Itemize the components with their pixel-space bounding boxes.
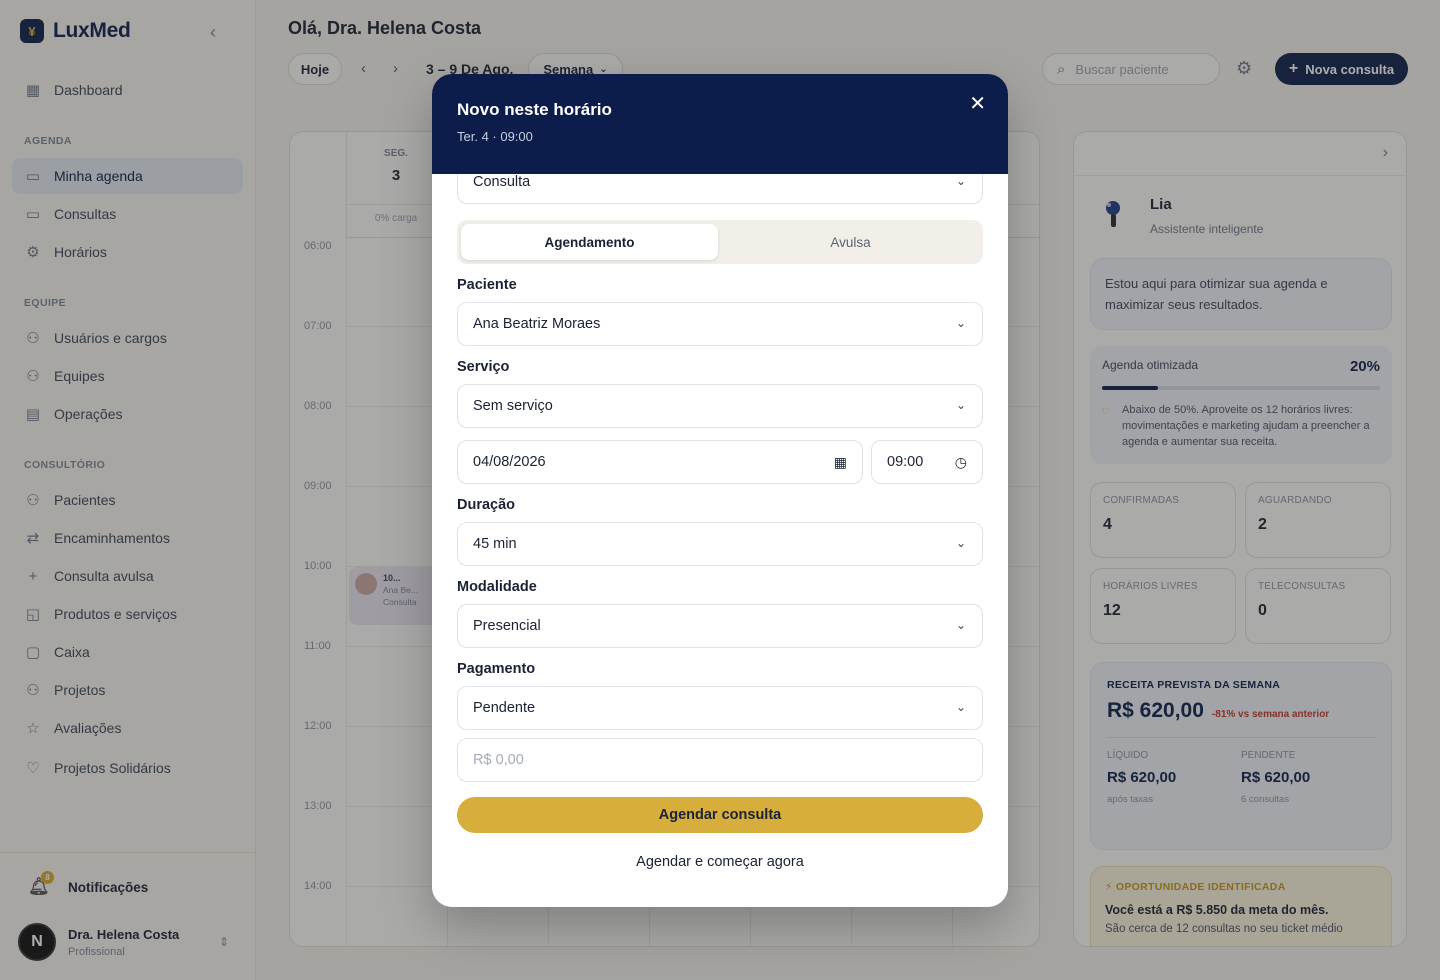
modal-header: Novo neste horário Ter. 4 · 09:00 ✕ xyxy=(432,74,1008,174)
modal-title: Novo neste horário xyxy=(457,100,612,119)
tab-agendamento[interactable]: Agendamento xyxy=(461,224,718,260)
payment-select[interactable]: Pendente ⌄ xyxy=(457,686,983,730)
service-label: Serviço xyxy=(457,359,510,375)
schedule-appointment-button[interactable]: Agendar consulta xyxy=(457,797,983,833)
modality-value: Presencial xyxy=(473,618,541,634)
payment-value: Pendente xyxy=(473,700,536,716)
service-value: Sem serviço xyxy=(473,398,553,414)
time-field[interactable]: 09:00 ◷ xyxy=(871,440,983,484)
appointment-type-value: Consulta xyxy=(473,174,531,190)
modality-select[interactable]: Presencial ⌄ xyxy=(457,604,983,648)
calendar-icon[interactable]: ▦ xyxy=(834,454,847,471)
new-appointment-modal: Consulta ⌄ Novo neste horário Ter. 4 · 0… xyxy=(432,74,1008,907)
duration-label: Duração xyxy=(457,497,516,513)
close-icon[interactable]: ✕ xyxy=(969,94,986,114)
modal-subtitle: Ter. 4 · 09:00 xyxy=(457,129,533,144)
patient-select[interactable]: Ana Beatriz Moraes ⌄ xyxy=(457,302,983,346)
chevron-down-icon: ⌄ xyxy=(955,316,966,330)
service-select[interactable]: Sem serviço ⌄ xyxy=(457,384,983,428)
amount-placeholder: R$ 0,00 xyxy=(473,752,524,768)
chevron-down-icon: ⌄ xyxy=(955,174,966,188)
tab-avulsa[interactable]: Avulsa xyxy=(722,224,979,260)
clock-icon[interactable]: ◷ xyxy=(955,454,967,471)
patient-label: Paciente xyxy=(457,277,517,293)
schedule-and-start-button[interactable]: Agendar e começar agora xyxy=(457,854,983,870)
booking-type-toggle: Agendamento Avulsa xyxy=(457,220,983,264)
time-value: 09:00 xyxy=(887,454,924,470)
amount-input[interactable]: R$ 0,00 xyxy=(457,738,983,782)
duration-value: 45 min xyxy=(473,536,517,552)
patient-value: Ana Beatriz Moraes xyxy=(473,316,601,332)
duration-select[interactable]: 45 min ⌄ xyxy=(457,522,983,566)
chevron-down-icon: ⌄ xyxy=(955,700,966,714)
chevron-down-icon: ⌄ xyxy=(955,398,966,412)
chevron-down-icon: ⌄ xyxy=(955,536,966,550)
date-value: 04/08/2026 xyxy=(473,454,546,470)
date-field[interactable]: 04/08/2026 ▦ xyxy=(457,440,863,484)
modality-label: Modalidade xyxy=(457,579,537,595)
chevron-down-icon: ⌄ xyxy=(955,618,966,632)
payment-label: Pagamento xyxy=(457,661,536,677)
